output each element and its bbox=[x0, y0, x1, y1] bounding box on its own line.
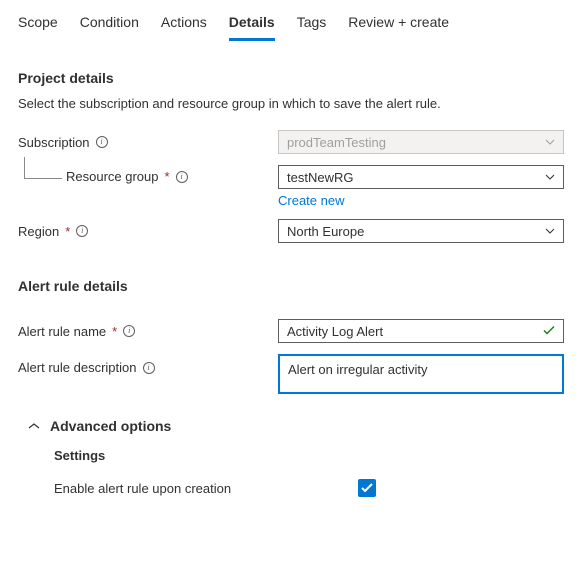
chevron-down-icon bbox=[545, 228, 555, 234]
subscription-value: prodTeamTesting bbox=[287, 135, 386, 150]
alert-rule-desc-label: Alert rule description bbox=[18, 360, 137, 375]
info-icon[interactable]: i bbox=[176, 171, 188, 183]
region-value: North Europe bbox=[287, 224, 364, 239]
checkmark-icon bbox=[543, 324, 555, 339]
region-select[interactable]: North Europe bbox=[278, 219, 564, 243]
resource-group-select[interactable]: testNewRG bbox=[278, 165, 564, 189]
settings-heading: Settings bbox=[54, 448, 564, 463]
resource-group-value: testNewRG bbox=[287, 170, 353, 185]
alert-rule-name-value: Activity Log Alert bbox=[287, 324, 383, 339]
indent-connector bbox=[24, 157, 62, 179]
required-mark: * bbox=[65, 224, 70, 239]
resource-group-label: Resource group bbox=[66, 169, 159, 184]
info-icon[interactable]: i bbox=[123, 325, 135, 337]
enable-alert-label: Enable alert rule upon creation bbox=[54, 481, 358, 496]
tab-condition[interactable]: Condition bbox=[80, 8, 139, 41]
tab-scope[interactable]: Scope bbox=[18, 8, 58, 41]
alert-rule-name-input[interactable]: Activity Log Alert bbox=[278, 319, 564, 343]
alert-rule-details-heading: Alert rule details bbox=[18, 278, 564, 294]
alert-rule-desc-input[interactable]: Alert on irregular activity bbox=[278, 354, 564, 394]
advanced-options-toggle[interactable]: Advanced options bbox=[28, 418, 564, 434]
info-icon[interactable]: i bbox=[96, 136, 108, 148]
alert-rule-desc-value: Alert on irregular activity bbox=[288, 362, 427, 377]
create-new-link[interactable]: Create new bbox=[278, 193, 564, 208]
tab-details[interactable]: Details bbox=[229, 8, 275, 41]
region-label: Region bbox=[18, 224, 59, 239]
required-mark: * bbox=[165, 169, 170, 184]
info-icon[interactable]: i bbox=[143, 362, 155, 374]
chevron-up-icon bbox=[28, 422, 40, 430]
subscription-select: prodTeamTesting bbox=[278, 130, 564, 154]
tab-bar: Scope Condition Actions Details Tags Rev… bbox=[18, 8, 564, 42]
project-details-desc: Select the subscription and resource gro… bbox=[18, 96, 564, 111]
chevron-down-icon bbox=[545, 174, 555, 180]
required-mark: * bbox=[112, 324, 117, 339]
tab-review-create[interactable]: Review + create bbox=[348, 8, 449, 41]
info-icon[interactable]: i bbox=[76, 225, 88, 237]
enable-alert-checkbox[interactable] bbox=[358, 479, 376, 497]
project-details-heading: Project details bbox=[18, 70, 564, 86]
alert-rule-name-label: Alert rule name bbox=[18, 324, 106, 339]
tab-actions[interactable]: Actions bbox=[161, 8, 207, 41]
advanced-options-label: Advanced options bbox=[50, 418, 171, 434]
chevron-down-icon bbox=[545, 139, 555, 145]
subscription-label: Subscription bbox=[18, 135, 90, 150]
tab-tags[interactable]: Tags bbox=[297, 8, 327, 41]
